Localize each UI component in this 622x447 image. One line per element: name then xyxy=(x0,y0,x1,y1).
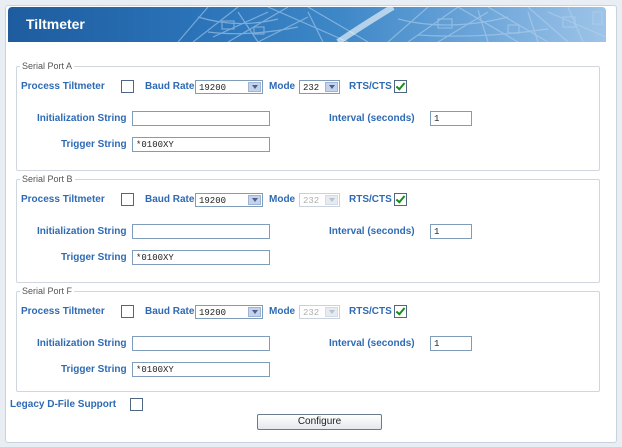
interval-label: Interval (seconds) xyxy=(329,113,415,124)
baud-rate-select-f[interactable]: 19200 xyxy=(195,305,263,319)
mode-select-f: 232 xyxy=(299,305,340,319)
baud-rate-value: 19200 xyxy=(199,308,227,318)
mode-label: Mode xyxy=(269,306,296,317)
chevron-down-icon xyxy=(325,195,338,205)
rts-cts-checkbox-f[interactable] xyxy=(394,305,407,318)
mode-value: 232 xyxy=(303,196,320,206)
trigger-string-input-b[interactable]: *0100XY xyxy=(132,250,270,265)
trigger-string-label: Trigger String xyxy=(61,364,127,375)
chevron-down-icon xyxy=(248,195,261,205)
baud-rate-value: 19200 xyxy=(199,196,227,206)
baud-rate-select-a[interactable]: 19200 xyxy=(195,80,263,94)
serial-port-a-legend: Serial Port A xyxy=(22,61,73,71)
process-tiltmeter-label: Process Tiltmeter xyxy=(21,81,105,92)
interval-label: Interval (seconds) xyxy=(329,338,415,349)
rts-cts-checkbox-a[interactable] xyxy=(394,80,407,93)
initialization-string-label: Initialization String xyxy=(37,338,127,349)
trigger-string-label: Trigger String xyxy=(61,252,127,263)
serial-port-b-legend: Serial Port B xyxy=(22,174,73,184)
process-tiltmeter-checkbox-f[interactable] xyxy=(121,305,134,318)
baud-rate-select-b[interactable]: 19200 xyxy=(195,193,263,207)
rts-cts-label: RTS/CTS xyxy=(349,81,392,92)
mode-select-a[interactable]: 232 xyxy=(299,80,340,94)
initialization-string-label: Initialization String xyxy=(37,226,127,237)
trigger-string-input-a[interactable]: *0100XY xyxy=(132,137,270,152)
header-banner: Tiltmeter xyxy=(8,7,606,42)
process-tiltmeter-label: Process Tiltmeter xyxy=(21,194,105,205)
serial-port-a-group: Serial Port A Process Tiltmeter Baud Rat… xyxy=(16,61,600,171)
configure-button[interactable]: Configure xyxy=(257,414,382,430)
rts-cts-label: RTS/CTS xyxy=(349,194,392,205)
mode-value: 232 xyxy=(303,308,320,318)
baud-rate-value: 19200 xyxy=(199,83,227,93)
rts-cts-label: RTS/CTS xyxy=(349,306,392,317)
trigger-string-label: Trigger String xyxy=(61,139,127,150)
interval-input-a[interactable]: 1 xyxy=(430,111,472,126)
rts-cts-checkbox-b[interactable] xyxy=(394,193,407,206)
map-decoration xyxy=(177,7,606,42)
interval-label: Interval (seconds) xyxy=(329,226,415,237)
chevron-down-icon xyxy=(325,307,338,317)
mode-label: Mode xyxy=(269,81,296,92)
mode-select-b: 232 xyxy=(299,193,340,207)
process-tiltmeter-label: Process Tiltmeter xyxy=(21,306,105,317)
chevron-down-icon xyxy=(248,307,261,317)
chevron-down-icon xyxy=(325,82,338,92)
mode-label: Mode xyxy=(269,194,296,205)
legacy-dfile-label: Legacy D-File Support xyxy=(10,399,117,410)
mode-value: 232 xyxy=(303,83,320,93)
serial-port-b-group: Serial Port B Process Tiltmeter Baud Rat… xyxy=(16,174,600,283)
process-tiltmeter-checkbox-a[interactable] xyxy=(121,80,134,93)
chevron-down-icon xyxy=(248,82,261,92)
baud-rate-label: Baud Rate xyxy=(145,194,195,205)
initialization-string-input-f[interactable] xyxy=(132,336,270,351)
interval-input-b[interactable]: 1 xyxy=(430,224,472,239)
initialization-string-input-b[interactable] xyxy=(132,224,270,239)
initialization-string-input-a[interactable] xyxy=(132,111,270,126)
initialization-string-label: Initialization String xyxy=(37,113,127,124)
legacy-dfile-checkbox[interactable] xyxy=(130,398,143,411)
process-tiltmeter-checkbox-b[interactable] xyxy=(121,193,134,206)
serial-port-f-legend: Serial Port F xyxy=(22,286,73,296)
serial-port-f-group: Serial Port F Process Tiltmeter Baud Rat… xyxy=(16,286,600,392)
interval-input-f[interactable]: 1 xyxy=(430,336,472,351)
page-title: Tiltmeter xyxy=(26,16,85,32)
baud-rate-label: Baud Rate xyxy=(145,81,195,92)
trigger-string-input-f[interactable]: *0100XY xyxy=(132,362,270,377)
baud-rate-label: Baud Rate xyxy=(145,306,195,317)
